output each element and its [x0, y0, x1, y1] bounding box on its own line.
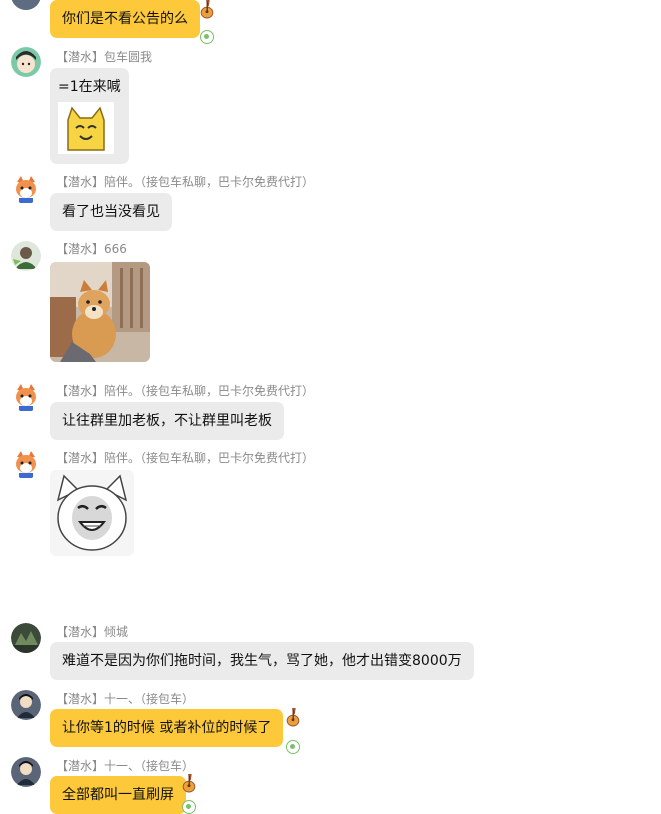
avatar[interactable] — [11, 0, 41, 10]
sender-name: 【潜水】陪伴。（接包车私聊，巴卡尔免费代打） — [56, 451, 315, 465]
shiba-dog-photo[interactable] — [50, 262, 150, 362]
message-bubble[interactable]: 你们是不看公告的么 — [50, 0, 200, 38]
sender-name: 【潜水】倾城 — [56, 625, 129, 639]
message-bubble[interactable]: =1在来喊 — [50, 68, 129, 164]
sender-name: 【潜水】包车圆我 — [56, 50, 153, 64]
message-bubble[interactable]: 难道不是因为你们拖时间，我生气，骂了她，他才出错变8000万 — [50, 642, 474, 680]
sender-name: 【潜水】陪伴。（接包车私聊，巴卡尔免费代打） — [56, 384, 315, 398]
online-badge-icon — [286, 740, 300, 754]
avatar[interactable] — [11, 690, 41, 720]
guitar-badge-icon — [182, 773, 196, 793]
avatar[interactable] — [11, 47, 41, 77]
laughing-face-sticker[interactable] — [50, 470, 134, 556]
avatar[interactable] — [11, 241, 41, 271]
avatar[interactable] — [11, 757, 41, 787]
message-bubble[interactable]: 让你等1的时候 或者补位的时候了 — [50, 709, 284, 747]
online-badge-icon — [200, 30, 214, 44]
avatar[interactable] — [11, 623, 41, 653]
avatar[interactable] — [11, 174, 41, 204]
message-bubble[interactable]: 全部都叫一直刷屏 — [50, 776, 186, 814]
guitar-badge-icon — [200, 0, 214, 19]
yellow-cat-sticker[interactable] — [58, 102, 114, 154]
online-badge-icon — [182, 800, 196, 814]
message-bubble[interactable]: 让往群里加老板，不让群里叫老板 — [50, 402, 284, 440]
guitar-badge-icon — [286, 707, 300, 727]
sender-name: 【潜水】陪伴。（接包车私聊，巴卡尔免费代打） — [56, 175, 315, 189]
sender-name: 【潜水】十一、（接包车） — [56, 692, 195, 706]
message-bubble[interactable]: 看了也当没看见 — [50, 193, 172, 231]
sender-name: 【潜水】666 — [56, 242, 127, 256]
avatar[interactable] — [11, 449, 41, 479]
sender-name: 【潜水】十一、（接包车） — [56, 759, 195, 773]
message-text: =1在来喊 — [58, 79, 121, 95]
avatar[interactable] — [11, 382, 41, 412]
